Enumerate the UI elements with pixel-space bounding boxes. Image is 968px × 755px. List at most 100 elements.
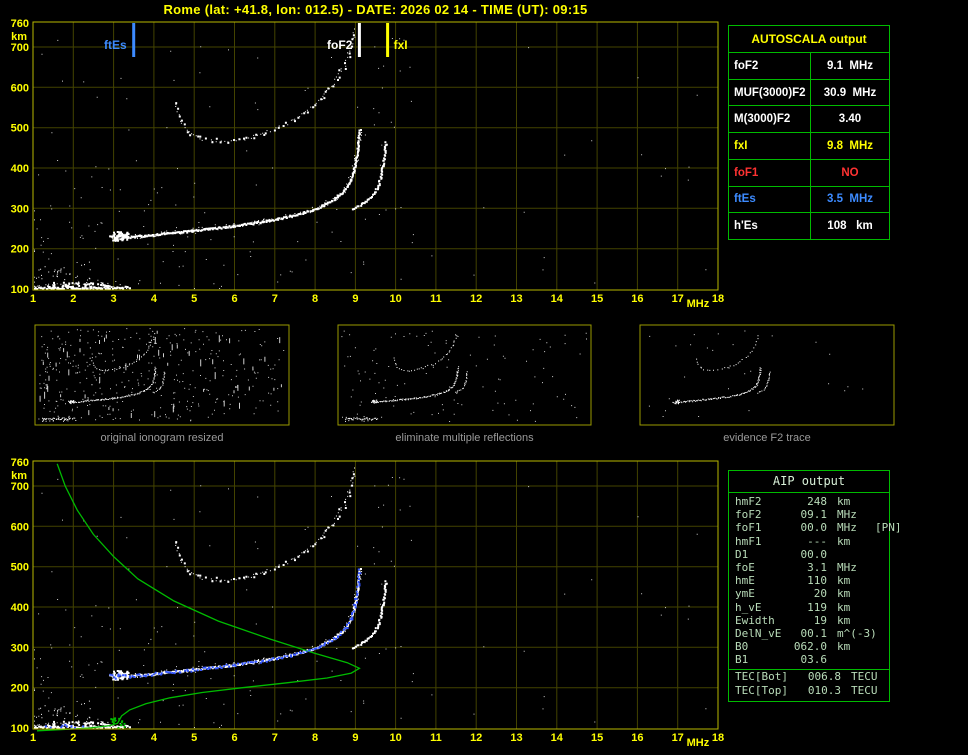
bottom-ionogram-plot-y-tick: 760 [11, 457, 29, 469]
top-ionogram-plot-y-tick: 300 [11, 203, 29, 215]
bottom-ionogram-plot-x-tick: 9 [352, 732, 358, 744]
top-ionogram-plot-x-tick: 16 [631, 293, 643, 305]
top-ionogram-plot-x-tick: 2 [70, 293, 76, 305]
bottom-ionogram-plot-x-tick: 15 [591, 732, 603, 744]
top-ionogram-plot-x-tick: 10 [389, 293, 401, 305]
autoscala-row-label: M(3000)F2 [729, 106, 811, 133]
top-ionogram-plot-y-tick: 100 [11, 284, 29, 296]
top-ionogram-plot-x-tick: 7 [272, 293, 278, 305]
top-ionogram-plot-x-tick: 11 [430, 293, 442, 305]
autoscala-row-value: 9.8 MHz [826, 140, 873, 153]
aip-extra [871, 627, 889, 640]
autoscala-table-header: AUTOSCALA output [729, 26, 889, 53]
top-ionogram-plot-x-tick: 14 [551, 293, 564, 305]
aip-value: 19 [813, 613, 827, 627]
bottom-ionogram-plot-x-tick: 7 [272, 732, 278, 744]
thumbnail-caption-eliminate-reflections: eliminate multiple reflections [395, 432, 534, 444]
aip-label: foF2 [735, 508, 762, 522]
aip-table-header: AIP output [729, 471, 889, 493]
aip-row: DelN_vE 00.1 m^(-3) [729, 627, 889, 640]
aip-extra [871, 535, 889, 548]
bottom-ionogram-plot-x-tick: 3 [111, 732, 117, 744]
autoscala-row-value: 9.1 MHz [826, 59, 873, 72]
autoscala-row-label: foF1 [729, 159, 811, 186]
aip-value: 248 [807, 495, 827, 508]
aip-row: D1 00.0 [729, 548, 889, 561]
top-ionogram-plot-x-tick: 15 [591, 293, 603, 305]
aip-extra [871, 601, 889, 614]
top-ionogram-plot-y-tick: 200 [11, 244, 29, 256]
bottom-ionogram-plot-x-tick: 12 [470, 732, 482, 744]
bottom-ionogram-plot-y-tick: 600 [11, 521, 29, 533]
aip-label: D1 [735, 547, 749, 561]
aip-row: ymE 20 km [729, 587, 889, 600]
bottom-ionogram-plot-y-tick: 700 [11, 481, 29, 493]
marker-label-fxI: fxI [394, 38, 408, 52]
aip-row: hmF1 --- km [729, 535, 889, 548]
aip-value: 00.1 [800, 626, 828, 640]
top-ionogram-plot-x-tick: 17 [672, 293, 684, 305]
bottom-ionogram-plot-y-tick: 500 [11, 562, 29, 574]
aip-rows: hmF2 248 km foF2 09.1 MHz foF1 00.0 MHz [PN] hmF1 -… [729, 493, 902, 666]
thumbnail-caption-evidence-f2: evidence F2 trace [723, 432, 811, 444]
top-ionogram-plot-x-tick: 8 [312, 293, 318, 305]
autoscala-row: fxI 9.8 MHz [729, 133, 889, 160]
aip-extra [871, 561, 889, 574]
aip-unit: km [837, 574, 851, 588]
autoscala-application-window: Rome (lat: +41.8, lon: 012.5) - DATE: 20… [0, 0, 968, 755]
bottom-ionogram-plot-x-tick: 14 [551, 732, 564, 744]
aip-label: DelN_vE [735, 626, 782, 640]
aip-row: foF1 00.0 MHz [PN] [729, 521, 902, 535]
aip-value: 3.1 [807, 560, 827, 574]
top-ionogram-plot-y-tick: 400 [11, 163, 29, 175]
autoscala-output-table: AUTOSCALA output foF2 9.1 MHz MUF(3000)F2 3… [728, 25, 890, 240]
autoscala-row-value: NO [841, 166, 859, 179]
bottom-ionogram-plot-y-tick: 100 [11, 723, 29, 735]
bottom-ionogram-plot-x-tick: 8 [312, 732, 318, 744]
autoscala-row: ftEs 3.5 MHz [729, 186, 889, 214]
top-ionogram-plot-x-tick: 5 [191, 293, 197, 305]
aip-label: B1 [735, 653, 749, 667]
bottom-ionogram-plot-x-tick: 16 [631, 732, 643, 744]
aip-label: hmF1 [735, 534, 762, 548]
aip-extra [871, 587, 889, 600]
aip-unit: MHz [837, 521, 857, 535]
autoscala-row-label: fxI [729, 133, 811, 159]
top-ionogram-plot-x-tick: 4 [151, 293, 158, 305]
top-ionogram-plot-x-tick: 18 [712, 293, 724, 305]
autoscala-row-label: h'Es [729, 213, 811, 240]
aip-value: 110 [807, 574, 827, 588]
bottom-ionogram-plot-x-tick: 4 [151, 732, 158, 744]
top-ionogram-plot-x-tick: 12 [470, 293, 482, 305]
tec-label: TEC[Bot] [735, 670, 788, 684]
aip-label: ymE [735, 587, 755, 601]
bottom-ionogram-plot-x-tick: 6 [231, 732, 237, 744]
bottom-ionogram-plot-ylabel: km [11, 470, 27, 482]
aip-label: hmE [735, 574, 755, 588]
aip-extra [871, 640, 889, 653]
autoscala-row: foF2 9.1 MHz [729, 53, 889, 80]
bottom-ionogram-plot-x-tick: 18 [712, 732, 724, 744]
aip-unit: km [837, 640, 851, 654]
aip-row: foF2 09.1 MHz [729, 508, 889, 521]
aip-unit: km [837, 613, 851, 627]
top-ionogram-plot-y-tick: 500 [11, 123, 29, 135]
aip-row: B0 062.0 km [729, 640, 889, 653]
top-ionogram-plot-y-tick: 760 [11, 18, 29, 30]
aip-row: B1 03.6 [729, 653, 889, 666]
aip-extra [871, 574, 889, 587]
aip-unit [827, 653, 871, 666]
aip-value: 09.1 [800, 508, 828, 522]
marker-label-foF2: foF2 [327, 38, 353, 52]
top-ionogram-plot-x-tick: 9 [352, 293, 358, 305]
tec-rows: TEC[Bot] 006.8 TECU TEC[Top] 010.3 TECU [729, 670, 889, 697]
autoscala-row: MUF(3000)F2 30.9 MHz [729, 79, 889, 107]
tec-row: TEC[Top] 010.3 TECU [729, 684, 889, 698]
autoscala-row-value: 108 km [827, 220, 873, 233]
autoscala-row-value: 3.5 MHz [826, 193, 873, 206]
aip-value: 119 [807, 600, 827, 614]
aip-extra [871, 495, 889, 508]
top-ionogram-plot-x-tick: 1 [30, 293, 36, 305]
aip-extra [871, 614, 889, 627]
bottom-ionogram-plot-x-tick: 10 [389, 732, 401, 744]
